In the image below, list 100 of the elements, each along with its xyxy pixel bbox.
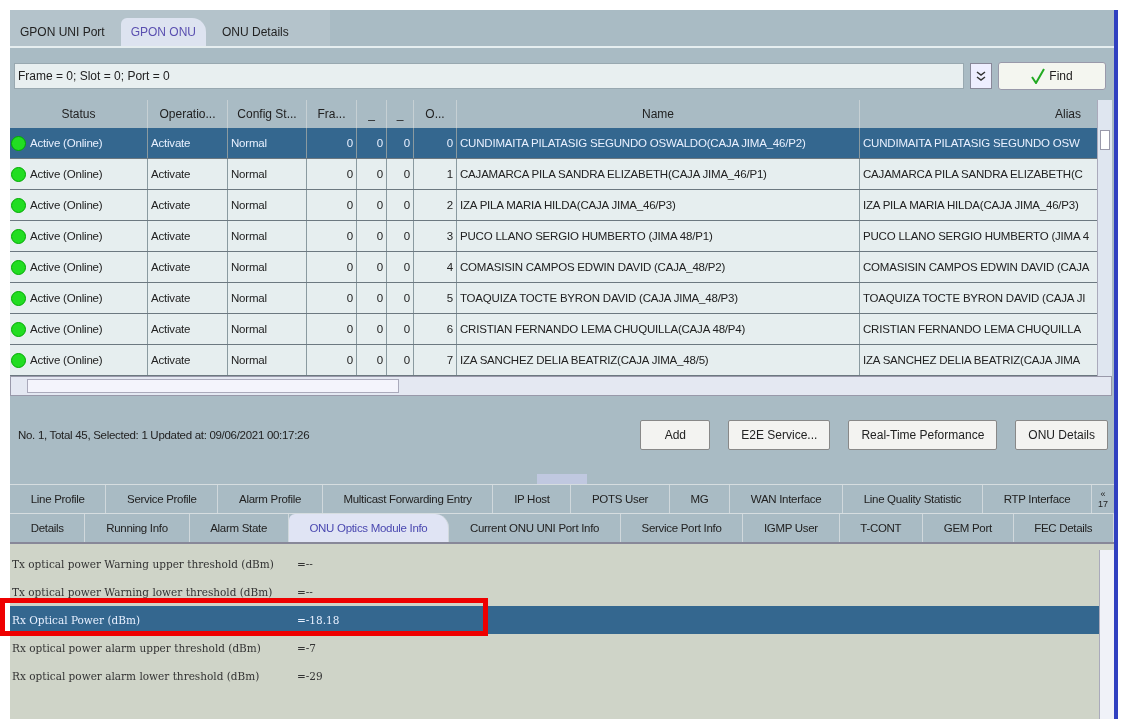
tab[interactable]: ONU Details	[212, 18, 299, 46]
table-cell: 0	[376, 261, 383, 273]
find-button[interactable]: Find	[998, 62, 1106, 90]
operation-cell: Activate	[151, 292, 191, 304]
property-value: =--	[297, 586, 313, 598]
frame-cell: 0	[346, 292, 353, 304]
name-cell: CUNDIMAITA PILATASIG SEGUNDO OSWALDO(CAJA JIMA_46/P2)	[460, 137, 806, 149]
table-cell: 0	[376, 199, 383, 211]
property-label: Rx optical power alarm lower threshold (dBm)	[11, 670, 261, 682]
action-button[interactable]: Add	[640, 420, 711, 450]
operation-cell: Activate	[151, 230, 191, 242]
tab[interactable]: ONU Optics Module Info	[288, 514, 450, 542]
double-chevron-icon	[976, 69, 986, 83]
status-cell: Active (Online)	[30, 230, 103, 242]
table-cell: 0	[403, 199, 410, 211]
frame-cell: 0	[346, 137, 353, 149]
name-cell: CAJAMARCA PILA SANDRA ELIZABETH(CAJA JIMA_46/P1)	[460, 168, 767, 180]
table-cell: 0	[376, 354, 383, 366]
tab[interactable]: Line Profile	[10, 485, 107, 513]
frame-cell: 0	[346, 323, 353, 335]
config-cell: Normal	[231, 323, 267, 335]
status-cell: Active (Online)	[30, 292, 103, 304]
table-cell: 0	[403, 292, 410, 304]
property-label: Tx optical power Warning upper threshold (dBm)	[11, 558, 275, 570]
table-cell: 0	[403, 137, 410, 149]
frame-cell: 0	[346, 199, 353, 211]
name-cell: TOAQUIZA TOCTE BYRON DAVID (CAJA JIMA_48/P3)	[460, 292, 738, 304]
more-tabs-button[interactable]: « 17	[1092, 485, 1115, 513]
table-cell: 0	[376, 230, 383, 242]
name-cell: IZA SANCHEZ DELIA BEATRIZ(CAJA JIMA_48/5)	[460, 354, 709, 366]
table-cell: 0	[376, 292, 383, 304]
expand-button[interactable]	[970, 63, 992, 89]
tab[interactable]: GPON ONU	[120, 18, 207, 46]
table-cell: 0	[403, 261, 410, 273]
config-cell: Normal	[231, 354, 267, 366]
splitter-handle[interactable]	[537, 474, 587, 484]
table-cell: 0	[403, 230, 410, 242]
property-value: =-18.18	[297, 614, 340, 626]
index-cell: 0	[446, 137, 453, 149]
tab[interactable]: Service Profile	[106, 485, 219, 513]
frame-cell: 0	[346, 168, 353, 180]
config-cell: Normal	[231, 292, 267, 304]
operation-cell: Activate	[151, 261, 191, 273]
vertical-scrollbar[interactable]	[1099, 550, 1114, 719]
status-cell: Active (Online)	[30, 261, 103, 273]
action-button[interactable]: E2E Service...	[728, 420, 831, 450]
status-cell: Active (Online)	[30, 168, 103, 180]
frame-cell: 0	[346, 354, 353, 366]
index-cell: 7	[446, 354, 453, 366]
name-cell: PUCO LLANO SERGIO HUMBERTO (JIMA 48/P1)	[460, 230, 713, 242]
property-value: =-29	[297, 670, 323, 682]
config-cell: Normal	[231, 230, 267, 242]
alias-cell: CAJAMARCA PILA SANDRA ELIZABETH(C	[863, 168, 1083, 180]
alias-cell: CUNDIMAITA PILATASIG SEGUNDO OSW	[863, 137, 1080, 149]
tab[interactable]: MG	[669, 485, 731, 513]
alias-cell: IZA PILA MARIA HILDA(CAJA JIMA_46/P3)	[863, 199, 1079, 211]
table-cell: 0	[376, 137, 383, 149]
index-cell: 2	[446, 199, 453, 211]
index-cell: 4	[446, 261, 453, 273]
property-label: Rx Optical Power (dBm)	[11, 614, 141, 626]
table-cell: 0	[376, 323, 383, 335]
tab[interactable]: IP Host	[493, 485, 572, 513]
operation-cell: Activate	[151, 137, 191, 149]
config-cell: Normal	[231, 168, 267, 180]
config-cell: Normal	[231, 261, 267, 273]
operation-cell: Activate	[151, 323, 191, 335]
table-cell: 0	[403, 323, 410, 335]
property-label: Tx optical power Warning lower threshold (dBm)	[11, 586, 274, 598]
horizontal-scrollbar[interactable]	[10, 376, 1112, 396]
alias-cell: IZA SANCHEZ DELIA BEATRIZ(CAJA JIMA	[863, 354, 1081, 366]
property-value: =--	[297, 558, 313, 570]
status-cell: Active (Online)	[30, 137, 103, 149]
index-cell: 1	[446, 168, 453, 180]
action-button[interactable]: ONU Details	[1015, 420, 1108, 450]
table-cell: 0	[403, 354, 410, 366]
alias-cell: TOAQUIZA TOCTE BYRON DAVID (CAJA JI	[863, 292, 1086, 304]
tab[interactable]: Multicast Forwarding Entry	[322, 485, 494, 513]
table-cell: 0	[376, 168, 383, 180]
tab[interactable]: WAN Interface	[730, 485, 843, 513]
property-label: Rx optical power alarm upper threshold (dBm)	[11, 642, 262, 654]
table-cell: 0	[403, 168, 410, 180]
tab[interactable]: POTS User	[571, 485, 670, 513]
name-cell: COMASISIN CAMPOS EDWIN DAVID (CAJA_48/P2)	[460, 261, 726, 273]
tab[interactable]: Line Quality Statistic	[843, 485, 983, 513]
config-cell: Normal	[231, 137, 267, 149]
status-cell: Active (Online)	[30, 199, 103, 211]
config-cell: Normal	[231, 199, 267, 211]
tab[interactable]: GPON UNI Port	[10, 18, 115, 46]
frame-cell: 0	[346, 261, 353, 273]
alias-cell: CRISTIAN FERNANDO LEMA CHUQUILLA	[863, 323, 1081, 335]
name-cell: IZA PILA MARIA HILDA(CAJA JIMA_46/P3)	[460, 199, 676, 211]
action-button[interactable]: Real-Time Peformance	[848, 420, 998, 450]
status-cell: Active (Online)	[30, 323, 103, 335]
index-cell: 5	[446, 292, 453, 304]
alias-cell: PUCO LLANO SERGIO HUMBERTO (JIMA 4	[863, 230, 1090, 242]
alias-cell: COMASISIN CAMPOS EDWIN DAVID (CAJA	[863, 261, 1090, 273]
tab[interactable]: Alarm Profile	[218, 485, 323, 513]
vertical-scrollbar[interactable]	[1097, 100, 1112, 376]
tab[interactable]: RTP Interface	[983, 485, 1093, 513]
filter-field[interactable]: Frame = 0; Slot = 0; Port = 0	[14, 63, 964, 89]
